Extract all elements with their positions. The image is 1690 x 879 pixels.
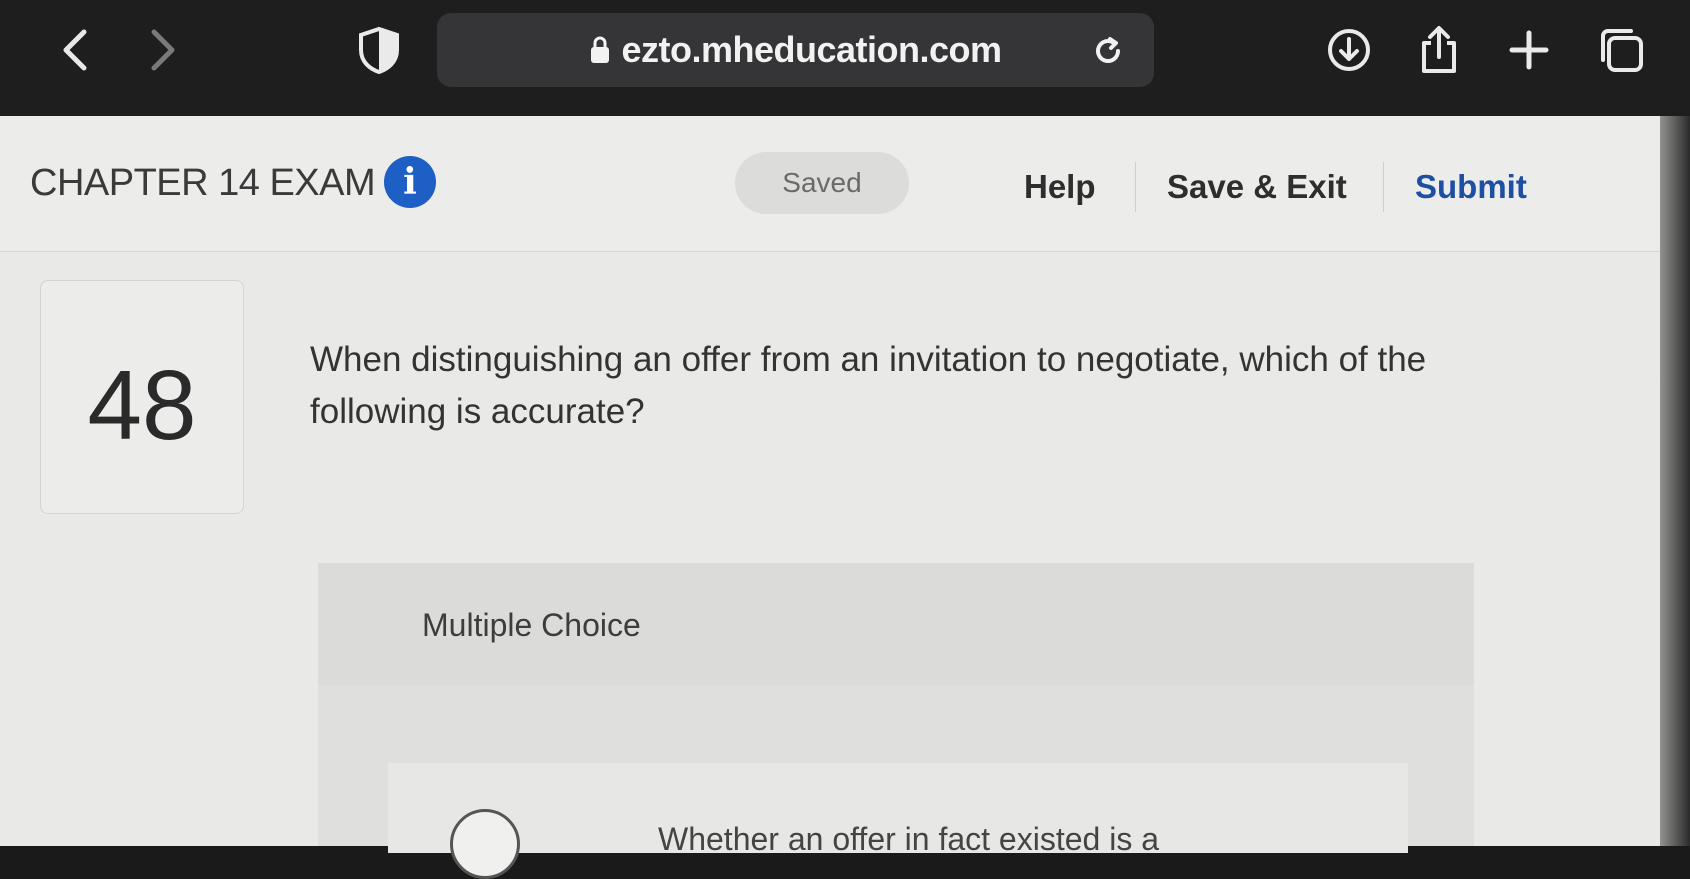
exam-page: CHAPTER 14 EXAM i Saved Help Save & Exit… bbox=[0, 116, 1660, 879]
browser-toolbar: ezto.mheducation.com bbox=[0, 0, 1690, 116]
address-bar[interactable]: ezto.mheducation.com bbox=[437, 13, 1154, 87]
question-prompt: When distinguishing an offer from an inv… bbox=[310, 340, 1427, 431]
reload-icon[interactable] bbox=[1090, 33, 1126, 74]
question-number-box: 48 bbox=[40, 280, 244, 514]
answer-option[interactable]: Whether an offer in fact existed is a bbox=[388, 763, 1408, 879]
radio-button[interactable] bbox=[450, 809, 520, 879]
exam-title: CHAPTER 14 EXAM bbox=[30, 162, 376, 204]
question-type-header: Multiple Choice bbox=[318, 563, 1474, 685]
url-text: ezto.mheducation.com bbox=[621, 29, 1002, 70]
shield-icon[interactable] bbox=[354, 22, 404, 78]
tabs-icon[interactable] bbox=[1596, 22, 1646, 78]
help-button[interactable]: Help bbox=[1024, 168, 1096, 206]
save-exit-button[interactable]: Save & Exit bbox=[1167, 168, 1347, 206]
download-icon[interactable] bbox=[1324, 22, 1374, 78]
saved-status-badge: Saved bbox=[735, 152, 909, 214]
answer-panel: Multiple Choice Whether an offer in fact… bbox=[318, 563, 1474, 879]
share-icon[interactable] bbox=[1414, 22, 1464, 78]
new-tab-plus-icon[interactable] bbox=[1504, 22, 1554, 78]
submit-button[interactable]: Submit bbox=[1415, 168, 1527, 206]
forward-chevron-icon[interactable] bbox=[138, 22, 188, 78]
lock-icon bbox=[591, 36, 610, 63]
header-divider bbox=[1135, 162, 1136, 212]
info-icon[interactable]: i bbox=[384, 156, 436, 208]
answer-option-text: Whether an offer in fact existed is a bbox=[658, 821, 1159, 857]
back-chevron-icon[interactable] bbox=[50, 22, 100, 78]
header-divider bbox=[1383, 162, 1384, 212]
question-type-label: Multiple Choice bbox=[422, 607, 641, 643]
question-number: 48 bbox=[87, 350, 197, 460]
exam-header: CHAPTER 14 EXAM i Saved Help Save & Exit… bbox=[0, 116, 1660, 252]
